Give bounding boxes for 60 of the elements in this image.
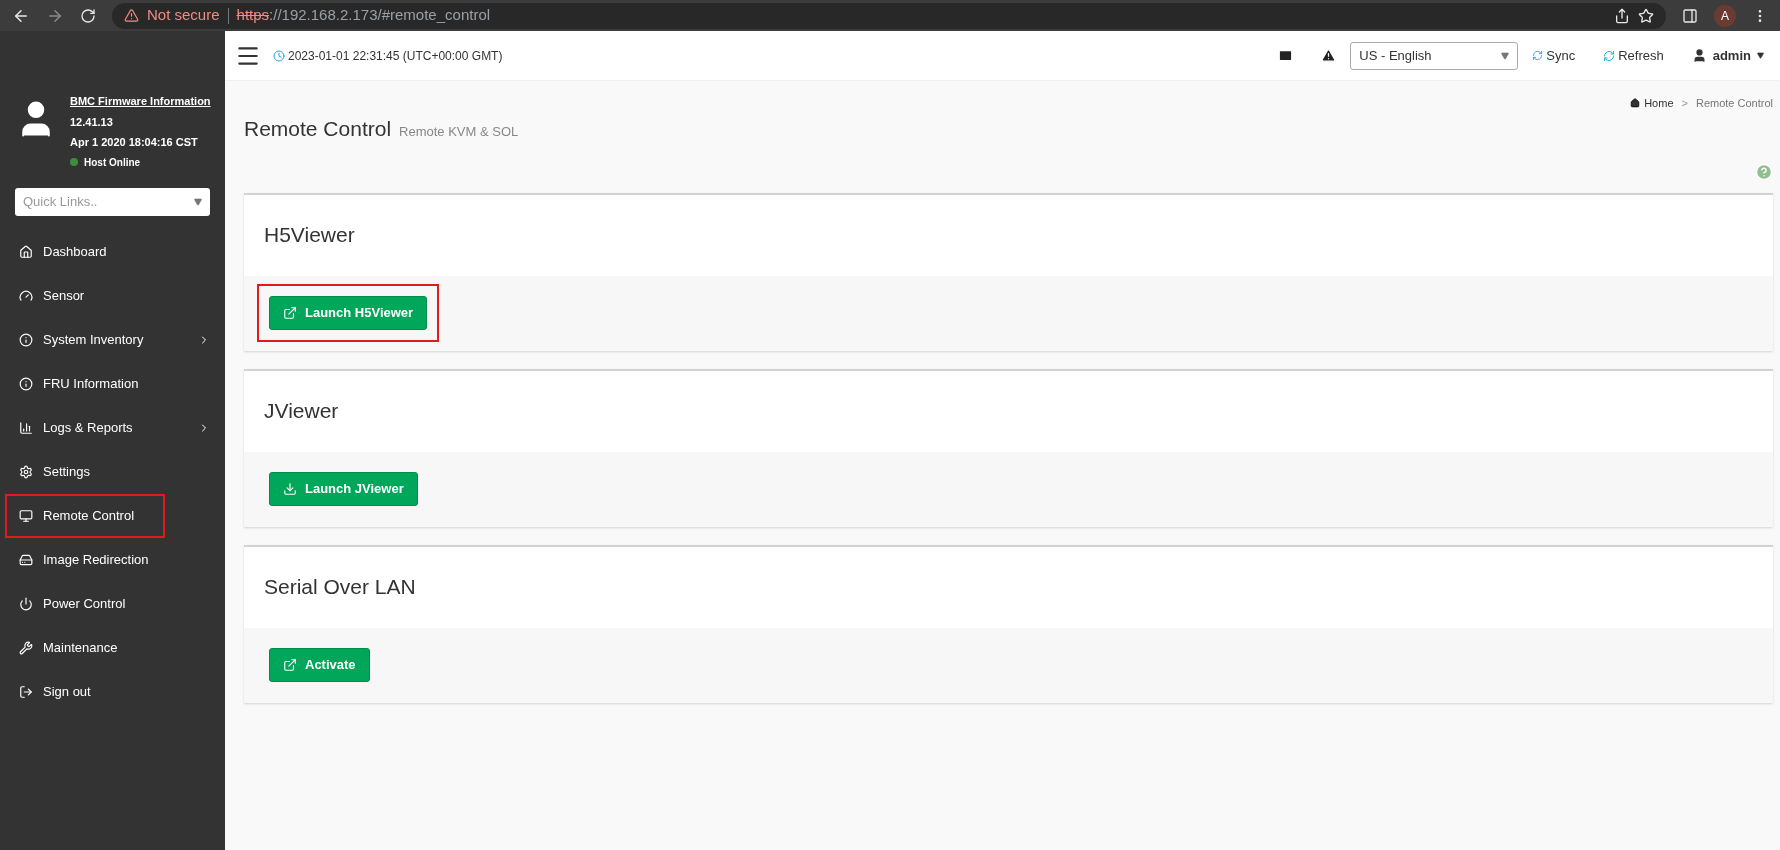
nav-item[interactable]: Image Redirection: [7, 539, 218, 580]
gauge-icon: [19, 288, 33, 303]
build-date: Apr 1 2020 18:04:16 CST: [70, 135, 199, 150]
card-title: JViewer: [264, 398, 339, 425]
download-icon: [283, 482, 297, 496]
info-icon: [19, 376, 33, 391]
page-subtitle: Remote KVM & SOL: [399, 123, 519, 141]
reload-icon[interactable]: [80, 7, 96, 24]
home-icon: [1630, 98, 1641, 108]
home-icon: [19, 244, 33, 259]
gear-icon: [19, 464, 33, 479]
nav-item[interactable]: System Inventory: [7, 319, 218, 360]
caret-icon: [1501, 51, 1510, 60]
nav-item[interactable]: Dashboard: [7, 231, 218, 272]
nav-item[interactable]: Maintenance: [7, 627, 218, 668]
share-icon[interactable]: [1614, 7, 1630, 24]
refresh-button[interactable]: Refresh: [1603, 45, 1664, 66]
firmware-version: 12.41.13: [70, 114, 114, 130]
warning-icon: [124, 8, 139, 23]
datetime-text: 2023-01-01 22:31:45 (UTC+00:00 GMT): [288, 47, 503, 65]
power-icon: [19, 596, 33, 611]
nav-item[interactable]: Logs & Reports: [7, 407, 218, 448]
security-label: Not secure: [147, 5, 220, 26]
user-icon: [1691, 48, 1707, 63]
caret-icon: [1757, 52, 1764, 59]
host-status: Host Online: [84, 155, 141, 170]
nav-item[interactable]: Remote Control: [7, 495, 163, 536]
address-bar[interactable]: Not secure https://192.168.2.173/#remote_control: [112, 2, 1666, 29]
sync-icon: [1532, 50, 1544, 61]
profile-avatar[interactable]: A: [1714, 4, 1736, 27]
language-select[interactable]: US - English: [1350, 41, 1519, 70]
firmware-info-link[interactable]: BMC Firmware Information: [70, 93, 211, 110]
card-title: Serial Over LAN: [264, 574, 416, 601]
caret-icon: [194, 197, 202, 206]
user-menu[interactable]: admin: [1691, 45, 1764, 66]
nav-item[interactable]: Sensor: [7, 275, 218, 316]
monitor-icon: [19, 508, 33, 523]
url-text: https://192.168.2.173/#remote_control: [236, 5, 491, 26]
page-title: Remote Control: [244, 116, 392, 142]
sync-button[interactable]: Sync: [1532, 45, 1576, 66]
breadcrumb-separator: >: [1681, 95, 1688, 111]
nav-item[interactable]: Power Control: [7, 583, 218, 624]
nav-item[interactable]: Settings: [7, 451, 218, 492]
alert-icon[interactable]: [1321, 48, 1337, 63]
card-title: H5Viewer: [264, 222, 355, 249]
clock-icon: [273, 49, 285, 62]
drive-icon: [19, 552, 33, 567]
breadcrumb-item: Remote Control: [1695, 95, 1773, 111]
sign-out-icon: [19, 684, 33, 699]
external-link-icon: [283, 306, 297, 320]
breadcrumb-item[interactable]: Home: [1644, 94, 1674, 112]
nav-item[interactable]: FRU Information: [7, 363, 218, 404]
side-panel-icon[interactable]: [1682, 7, 1698, 24]
info-icon: [19, 332, 33, 347]
bar-chart-icon: [19, 420, 33, 435]
nav-item[interactable]: Sign out: [7, 671, 218, 712]
star-icon[interactable]: [1638, 7, 1654, 24]
external-link-icon: [283, 658, 297, 672]
refresh-icon: [1603, 49, 1616, 62]
wrench-icon: [19, 640, 33, 655]
